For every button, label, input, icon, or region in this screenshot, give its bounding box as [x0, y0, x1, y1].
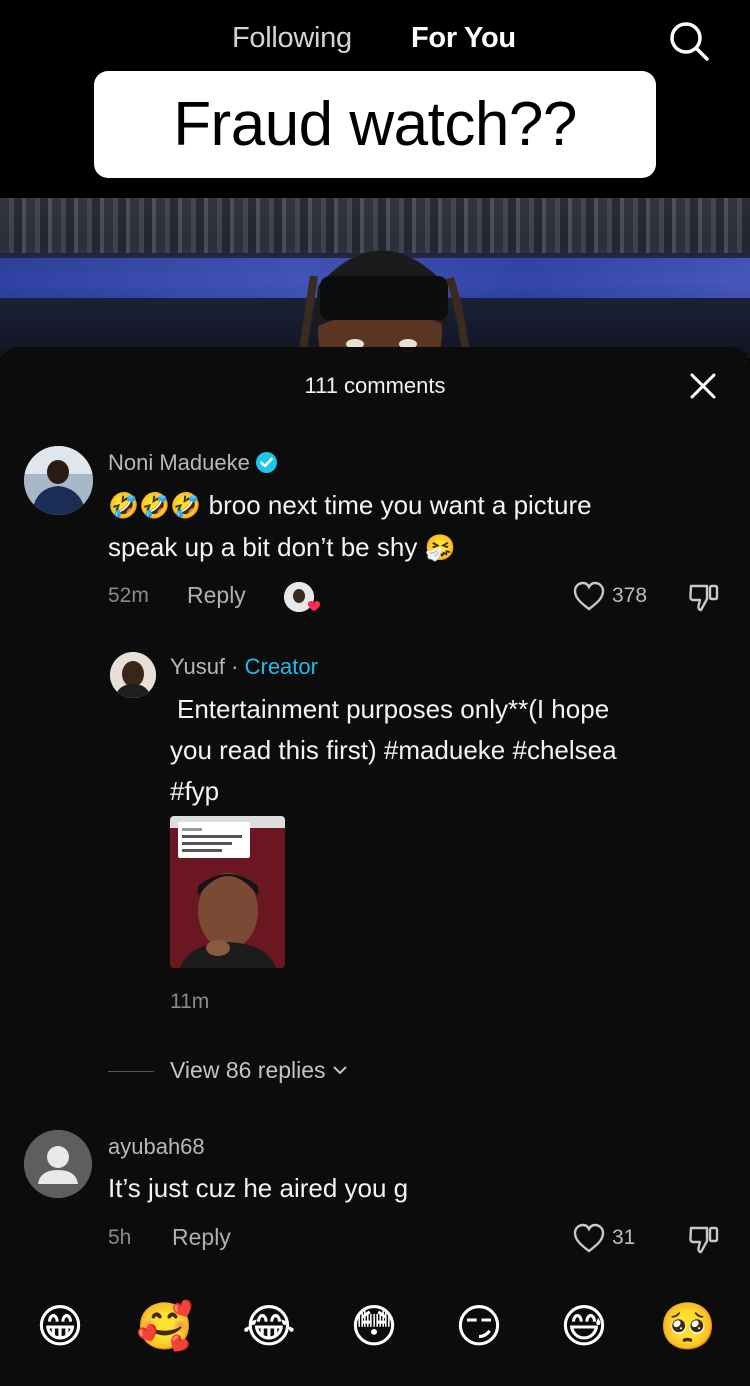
- search-icon[interactable]: [668, 20, 710, 62]
- chevron-down-icon: [333, 1066, 347, 1075]
- comment-text-line2: speak up a bit don’t be shy: [108, 532, 418, 562]
- dislike-icon[interactable]: [687, 580, 721, 614]
- like-count: 378: [612, 584, 648, 607]
- like-button[interactable]: 31: [572, 1222, 635, 1254]
- emoji-grin-button[interactable]: 😁: [32, 1298, 88, 1354]
- avatar-image: [24, 446, 93, 515]
- view-replies-button[interactable]: View 86 replies: [170, 1057, 348, 1084]
- default-user-icon: [24, 1130, 92, 1198]
- comment-text: 🤣🤣🤣 broo next time you want a picture sp…: [108, 485, 592, 569]
- video-player-figure: [298, 250, 470, 358]
- video-frame[interactable]: [0, 198, 750, 358]
- reply-button[interactable]: Reply: [187, 582, 246, 609]
- video-caption-box: Fraud watch??: [94, 71, 656, 178]
- dislike-icon[interactable]: [687, 1222, 721, 1256]
- laughing-emoji: 🤣🤣🤣: [108, 492, 202, 520]
- comment-text-line3: #fyp: [170, 776, 220, 806]
- reply-button[interactable]: Reply: [172, 1224, 231, 1251]
- like-button[interactable]: 378: [572, 580, 647, 612]
- comment-time: 11m: [170, 990, 210, 1013]
- verified-badge-icon: [255, 452, 277, 473]
- emoji-sweat-smile-button[interactable]: 😅: [556, 1298, 612, 1354]
- comment-text: It’s just cuz he aired you g: [108, 1173, 409, 1203]
- avatar[interactable]: [24, 1130, 92, 1198]
- username-text: Yusuf: [170, 654, 226, 679]
- emoji-smirk-button[interactable]: 😏: [451, 1298, 507, 1354]
- tab-for-you[interactable]: For You: [411, 22, 516, 55]
- avatar-image: [110, 652, 156, 698]
- username-separator: ·: [225, 654, 245, 679]
- comment-time: 5h: [108, 1226, 132, 1249]
- quick-emoji-bar: 😁 🥰 😂 😳 😏 😅 🥺: [0, 1298, 750, 1362]
- comment-text-line2: you read this first) #madueke #chelsea: [170, 735, 617, 765]
- video-area[interactable]: Following For You Fraud watch??: [0, 0, 750, 360]
- feed-tabs: Following For You: [0, 18, 750, 64]
- heart-icon: [573, 1223, 605, 1253]
- comment-username[interactable]: Noni Madueke: [108, 450, 277, 476]
- creator-label: Creator: [244, 654, 318, 679]
- comment-username[interactable]: Yusuf · Creator: [170, 654, 318, 680]
- username-text: Noni Madueke: [108, 450, 250, 475]
- avatar[interactable]: [24, 446, 93, 515]
- creator-liked-avatar: [284, 582, 320, 612]
- close-icon[interactable]: [688, 371, 718, 401]
- emoji-smiling-hearts-button[interactable]: 🥰: [136, 1298, 193, 1354]
- comment-username[interactable]: ayubah68: [108, 1134, 205, 1160]
- divider: [108, 1071, 154, 1072]
- emoji-tears-of-joy-button[interactable]: 😂: [241, 1298, 297, 1354]
- heart-icon: [573, 581, 605, 611]
- view-replies-label: View 86 replies: [170, 1057, 326, 1083]
- comment-text: Entertainment purposes only**(I hope you…: [170, 689, 617, 812]
- like-count: 31: [612, 1226, 636, 1249]
- emoji-pleading-button[interactable]: 🥺: [659, 1298, 716, 1354]
- emoji-flushed-button[interactable]: 😳: [346, 1298, 402, 1354]
- video-caption: Fraud watch??: [173, 90, 577, 159]
- comment-time: 52m: [108, 584, 149, 607]
- comment-text-line1: broo next time you want a picture: [208, 490, 592, 520]
- avatar[interactable]: [110, 652, 156, 698]
- video-reply-thumbnail[interactable]: [170, 816, 285, 968]
- comments-count-title: 111 comments: [304, 373, 446, 398]
- tab-following[interactable]: Following: [232, 22, 352, 55]
- sneezing-emoji: 🤧: [424, 534, 456, 562]
- comment-text-line1: Entertainment purposes only**(I hope: [177, 694, 610, 724]
